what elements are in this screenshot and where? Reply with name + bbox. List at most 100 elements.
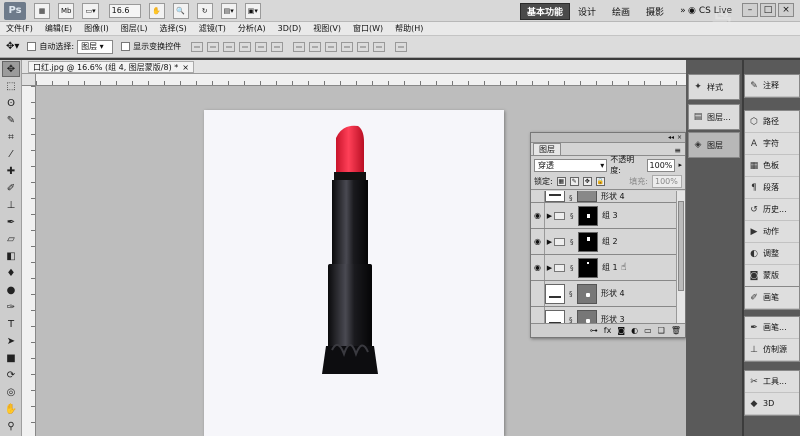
menu-window[interactable]: 窗口(W) <box>347 23 389 34</box>
healing-tool-icon[interactable]: ✚ <box>2 163 20 179</box>
eye-icon[interactable]: ◉ <box>531 255 545 280</box>
document-canvas[interactable] <box>204 110 504 436</box>
clone-tool-icon[interactable]: ⊥ <box>2 197 20 213</box>
trash-icon[interactable]: 🗑 <box>671 326 681 335</box>
menu-image[interactable]: 图像(I) <box>78 23 115 34</box>
eye-icon[interactable]: ◉ <box>531 203 545 228</box>
eyedropper-tool-icon[interactable]: ⁄ <box>2 146 20 162</box>
opacity-field[interactable]: 100% <box>646 158 676 172</box>
dock-item-paths[interactable]: ⬡ 路径 <box>745 111 799 133</box>
dock-item-tool-presets[interactable]: ✂ 工具... <box>745 371 799 393</box>
expand-triangle-icon[interactable]: ▶ <box>545 238 554 246</box>
dock-button-layers[interactable]: ◈ 图层 <box>688 132 740 158</box>
horizontal-ruler[interactable] <box>36 74 686 86</box>
visibility-toggle[interactable] <box>531 191 545 202</box>
expand-triangle-icon[interactable]: ▶ <box>545 264 554 272</box>
gradient-tool-icon[interactable]: ◧ <box>2 248 20 264</box>
dock-item-brush[interactable]: ✐ 画笔 <box>745 287 799 309</box>
eye-icon[interactable]: ◉ <box>531 229 545 254</box>
lock-all-icon[interactable]: 🔒 <box>595 177 605 186</box>
hand-tool-icon[interactable]: ✋ <box>2 401 20 417</box>
auto-select-dropdown[interactable]: 图层 ▾ <box>77 39 114 54</box>
panel-menu-icon[interactable]: ≡ <box>674 146 681 155</box>
zoom-view-button[interactable]: 🔍 <box>172 2 189 19</box>
menu-help[interactable]: 帮助(H) <box>389 23 429 34</box>
restore-button[interactable]: □ <box>760 3 776 17</box>
layer-row[interactable]: § 形状 3 <box>531 307 677 323</box>
blur-tool-icon[interactable]: ♦ <box>2 265 20 281</box>
link-icon[interactable]: ⊶ <box>590 326 598 335</box>
distribute-left-icon[interactable] <box>341 41 354 52</box>
layer-name[interactable]: 形状 4 <box>601 191 625 202</box>
layer-row[interactable]: ◉ ▶ § 组 2 <box>531 229 677 255</box>
document-tab[interactable]: 口红.jpg @ 16.6% (组 4, 图层蒙版/8) * × <box>28 61 194 73</box>
dock-item-3d[interactable]: ◆ 3D <box>745 393 799 415</box>
view-extras-button[interactable]: ▭▾ <box>82 2 99 19</box>
close-window-button[interactable]: × <box>778 3 794 17</box>
align-vcenter-icon[interactable] <box>207 41 220 52</box>
screen-mode-button[interactable]: ▣▾ <box>244 2 261 19</box>
menu-3d[interactable]: 3D(D) <box>272 24 308 33</box>
layer-name[interactable]: 组 1 <box>602 262 618 273</box>
distribute-bottom-icon[interactable] <box>325 41 338 52</box>
visibility-toggle[interactable] <box>531 281 545 306</box>
dock-item-clone-source[interactable]: ⊥ 仿制源 <box>745 339 799 361</box>
3d-rotate-tool-icon[interactable]: ⟳ <box>2 367 20 383</box>
new-layer-icon[interactable]: ❑ <box>658 326 665 335</box>
workspace-photography[interactable]: 摄影 <box>638 4 672 19</box>
zoom-tool-icon[interactable]: ⚲ <box>2 418 20 434</box>
move-tool-icon[interactable]: ✥ <box>2 61 20 77</box>
layer-row[interactable]: § 形状 4 <box>531 191 677 203</box>
close-panel-icon[interactable]: × <box>677 134 682 141</box>
dock-item-brush-presets[interactable]: ✒ 画笔... <box>745 317 799 339</box>
zoom-level-field[interactable]: 16.6 <box>108 3 141 18</box>
distribute-top-icon[interactable] <box>293 41 306 52</box>
dock-item-paragraph[interactable]: ¶ 段落 <box>745 177 799 199</box>
vertical-ruler[interactable] <box>22 86 36 436</box>
history-brush-tool-icon[interactable]: ✒ <box>2 214 20 230</box>
menu-select[interactable]: 选择(S) <box>153 23 192 34</box>
mask-icon[interactable]: ◙ <box>617 326 625 335</box>
adjustment-icon[interactable]: ◐ <box>631 326 638 335</box>
scrollbar-thumb[interactable] <box>678 201 684 291</box>
auto-align-icon[interactable] <box>395 41 408 52</box>
bridge-button[interactable]: ▦ <box>34 2 50 19</box>
distribute-hcenter-icon[interactable] <box>357 41 370 52</box>
dock-item-character[interactable]: A 字符 <box>745 133 799 155</box>
workspace-essentials[interactable]: 基本功能 <box>520 2 571 20</box>
align-left-icon[interactable] <box>239 41 252 52</box>
menu-view[interactable]: 视图(V) <box>307 23 347 34</box>
expand-triangle-icon[interactable]: ▶ <box>545 212 554 220</box>
lasso-tool-icon[interactable]: ʘ <box>2 95 20 111</box>
dock-button-styles[interactable]: ✦ 样式 <box>688 74 740 100</box>
close-document-icon[interactable]: × <box>182 63 189 72</box>
dock-item-masks[interactable]: ◙ 蒙版 <box>745 265 799 287</box>
visibility-toggle[interactable] <box>531 307 545 323</box>
eraser-tool-icon[interactable]: ▱ <box>2 231 20 247</box>
layer-name[interactable]: 组 2 <box>602 236 618 247</box>
3d-orbit-tool-icon[interactable]: ◎ <box>2 384 20 400</box>
ruler-origin[interactable] <box>22 74 36 86</box>
tab-layers[interactable]: 图层 <box>533 143 561 155</box>
auto-select-checkbox[interactable] <box>27 42 37 51</box>
lock-transparency-icon[interactable]: ▦ <box>556 177 566 186</box>
align-bottom-icon[interactable] <box>223 41 236 52</box>
fill-field[interactable]: 100% <box>652 175 682 188</box>
distribute-vcenter-icon[interactable] <box>309 41 322 52</box>
menu-layer[interactable]: 图层(L) <box>115 23 154 34</box>
opacity-slider-icon[interactable]: ▸ <box>678 161 682 169</box>
hand-view-button[interactable]: ✋ <box>148 2 165 19</box>
dodge-tool-icon[interactable]: ● <box>2 282 20 298</box>
layer-row[interactable]: ◉ ▶ § 组 3 <box>531 203 677 229</box>
marquee-tool-icon[interactable]: ⬚ <box>2 78 20 94</box>
lock-position-icon[interactable]: ✥ <box>582 177 592 186</box>
rotate-view-button[interactable]: ↻ <box>196 2 213 19</box>
layer-name[interactable]: 形状 4 <box>601 288 625 299</box>
menu-file[interactable]: 文件(F) <box>0 23 39 34</box>
dock-button-layer-comps[interactable]: ▤ 图层... <box>688 104 740 130</box>
brush-tool-icon[interactable]: ✐ <box>2 180 20 196</box>
pen-tool-icon[interactable]: ✑ <box>2 299 20 315</box>
collapse-panel-icon[interactable]: ◂◂ <box>668 134 674 141</box>
show-transform-checkbox[interactable] <box>121 42 131 51</box>
quick-select-tool-icon[interactable]: ✎ <box>2 112 20 128</box>
